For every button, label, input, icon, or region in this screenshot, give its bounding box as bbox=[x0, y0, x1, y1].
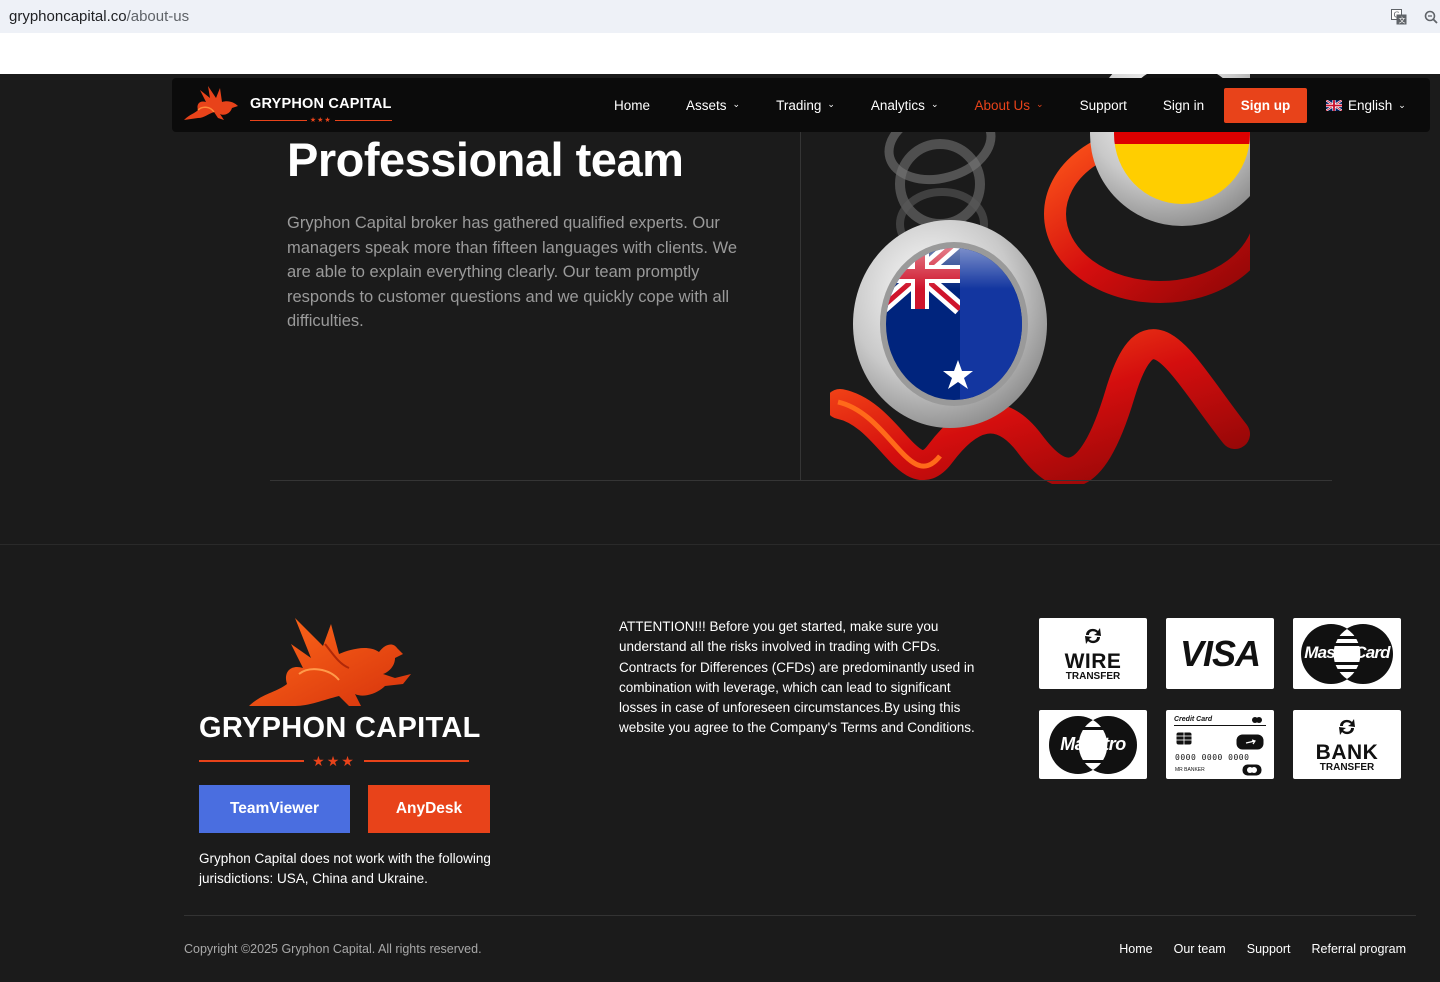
bank-label: BANK bbox=[1315, 741, 1379, 764]
translate-icon[interactable]: G文 bbox=[1390, 8, 1408, 26]
nav-sign-in[interactable]: Sign in bbox=[1163, 98, 1204, 113]
nav-menu: Home Assets ⌄ Trading ⌄ Analytics ⌄ About U… bbox=[614, 78, 1240, 132]
visa-label: VISA bbox=[1179, 632, 1261, 674]
payment-methods: WIRE TRANSFER VISA MasterCard Maestro Cr… bbox=[1039, 618, 1401, 779]
address-bar[interactable]: gryphoncapital.co/about-us G文 bbox=[0, 0, 1440, 33]
language-label: English bbox=[1348, 97, 1393, 113]
footer-brand-stars: ★★★ bbox=[199, 753, 469, 769]
nav-trading[interactable]: Trading ⌄ bbox=[776, 98, 835, 113]
contactless-icon bbox=[1236, 734, 1264, 749]
chip-icon bbox=[1176, 731, 1192, 745]
url-text[interactable]: gryphoncapital.co/about-us bbox=[9, 8, 189, 25]
chevron-down-icon: ⌄ bbox=[1036, 98, 1044, 109]
uk-flag-icon bbox=[1326, 99, 1342, 111]
url-host: gryphoncapital.co bbox=[9, 8, 127, 25]
teamviewer-button[interactable]: TeamViewer bbox=[199, 785, 350, 833]
credit-card-card: Credit Card 0000 0000 0000 MR BANKER bbox=[1166, 710, 1274, 779]
footer-gryphon-logo bbox=[249, 618, 411, 706]
url-path: /about-us bbox=[126, 8, 190, 25]
jurisdictions-notice: Gryphon Capital does not work with the f… bbox=[199, 851, 491, 886]
bank-transfer-label: TRANSFER bbox=[1319, 762, 1375, 773]
anydesk-button[interactable]: AnyDesk bbox=[368, 785, 490, 833]
footer-link-home[interactable]: Home bbox=[1119, 942, 1152, 956]
main-navbar: GRYPHON CAPITAL ★★★ Home Assets ⌄ Trading… bbox=[172, 78, 1430, 132]
section-divider bbox=[0, 544, 1440, 545]
footer-link-our-team[interactable]: Our team bbox=[1174, 942, 1226, 956]
nav-assets[interactable]: Assets ⌄ bbox=[686, 98, 740, 113]
mastercard-label: MasterCard bbox=[1304, 642, 1390, 662]
transfer-arrows-icon bbox=[1338, 719, 1355, 735]
nav-home[interactable]: Home bbox=[614, 98, 650, 113]
chevron-down-icon: ⌄ bbox=[827, 98, 835, 109]
page: Professional team Gryphon Capital broker… bbox=[0, 74, 1440, 982]
svg-text:文: 文 bbox=[1399, 15, 1406, 24]
copyright-text: Copyright ©2025 Gryphon Capital. All rig… bbox=[184, 942, 482, 956]
divider-vertical bbox=[800, 132, 801, 480]
bank-transfer-card: BANK TRANSFER bbox=[1293, 710, 1401, 779]
zoom-icon[interactable] bbox=[1422, 8, 1440, 26]
chevron-down-icon: ⌄ bbox=[732, 98, 741, 109]
brand-stars: ★★★ bbox=[250, 116, 392, 124]
page-title: Professional team bbox=[287, 133, 684, 186]
footer-link-support[interactable]: Support bbox=[1247, 942, 1291, 956]
footer-divider bbox=[184, 915, 1416, 916]
card-number: 0000 0000 0000 bbox=[1175, 752, 1250, 762]
chevron-down-icon: ⌄ bbox=[930, 98, 939, 109]
nav-analytics[interactable]: Analytics ⌄ bbox=[871, 98, 939, 113]
wire-transfer-label: TRANSFER bbox=[1065, 671, 1121, 682]
gryphon-icon bbox=[184, 86, 238, 120]
brand-logo[interactable]: GRYPHON CAPITAL ★★★ bbox=[180, 84, 392, 124]
card-holder: MR BANKER bbox=[1175, 766, 1205, 773]
browser-content-gap bbox=[0, 33, 1440, 74]
flags-illustration bbox=[830, 74, 1250, 484]
credit-card-title: Credit Card bbox=[1174, 715, 1213, 723]
footer-link-referral-program[interactable]: Referral program bbox=[1312, 942, 1406, 956]
language-selector[interactable]: English ⌄ bbox=[1326, 78, 1406, 132]
maestro-card: Maestro bbox=[1039, 710, 1147, 779]
wire-transfer-card: WIRE TRANSFER bbox=[1039, 618, 1147, 689]
chevron-down-icon: ⌄ bbox=[1398, 99, 1406, 110]
brand-name: GRYPHON CAPITAL bbox=[250, 96, 392, 112]
risk-warning: ATTENTION!!! Before you get started, mak… bbox=[619, 619, 975, 736]
nav-support[interactable]: Support bbox=[1080, 98, 1127, 113]
wire-label: WIRE bbox=[1064, 650, 1122, 673]
footer-links: Home Our team Support Referral program bbox=[1119, 942, 1406, 956]
hero-description: Gryphon Capital broker has gathered qual… bbox=[287, 214, 738, 330]
footer-brand-name: GRYPHON CAPITAL bbox=[199, 712, 481, 744]
signup-button[interactable]: Sign up bbox=[1224, 88, 1307, 123]
card-brand-icon bbox=[1242, 764, 1262, 775]
nav-about-us[interactable]: About Us ⌄ bbox=[974, 98, 1043, 113]
transfer-arrows-icon bbox=[1084, 628, 1101, 644]
visa-card: VISA bbox=[1166, 618, 1274, 689]
maestro-label: Maestro bbox=[1060, 733, 1126, 754]
divider-horizontal bbox=[270, 480, 1332, 481]
mastercard-card: MasterCard bbox=[1293, 618, 1401, 689]
card-logo-icon bbox=[1252, 716, 1262, 723]
